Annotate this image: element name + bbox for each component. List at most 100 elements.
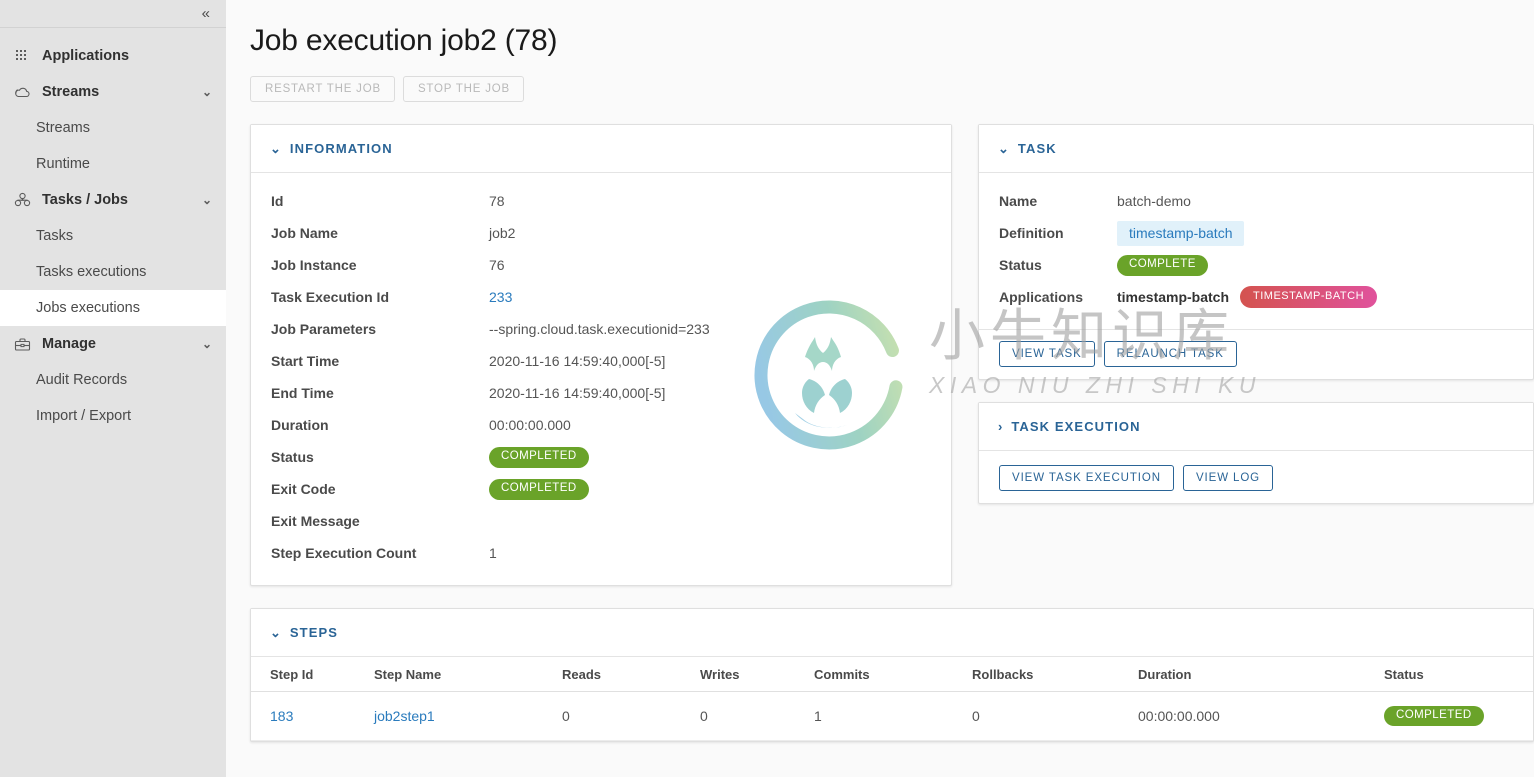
- sidebar-group-applications[interactable]: Applications: [0, 38, 226, 74]
- page-title: Job execution job2 (78): [250, 24, 558, 57]
- task-card-header[interactable]: ⌄ TASK: [979, 125, 1533, 173]
- info-row-duration: Duration 00:00:00.000: [271, 409, 931, 441]
- task-name-value: batch-demo: [1117, 193, 1191, 209]
- sidebar-item-label: Import / Export: [36, 408, 132, 424]
- cell-rollbacks: 0: [972, 691, 1138, 742]
- task-execution-card-header[interactable]: › TASK EXECUTION: [979, 403, 1533, 451]
- detail-columns: ⌄ INFORMATION Id 78 Job Name job2 Job In…: [250, 124, 1534, 586]
- stop-job-button[interactable]: Stop the job: [402, 76, 524, 102]
- view-task-button[interactable]: View task: [999, 341, 1095, 367]
- right-column: ⌄ TASK Name batch-demo Definition timest…: [978, 124, 1534, 504]
- sidebar-item-audit-records[interactable]: Audit Records: [0, 362, 226, 398]
- column-header-writes[interactable]: Writes: [700, 657, 814, 692]
- sidebar-item-jobs-executions[interactable]: Jobs executions: [0, 290, 226, 326]
- chevron-down-icon: ⌄: [201, 193, 212, 207]
- info-value: 1: [489, 545, 497, 561]
- task-card: ⌄ TASK Name batch-demo Definition timest…: [978, 124, 1534, 380]
- information-card-header[interactable]: ⌄ INFORMATION: [251, 125, 951, 173]
- information-card-title: INFORMATION: [289, 141, 393, 156]
- sidebar-group-streams[interactable]: Streams ⌄: [0, 74, 226, 110]
- info-row-exit-code: Exit Code COMPLETED: [271, 473, 931, 505]
- sidebar-item-tasks-executions[interactable]: Tasks executions: [0, 254, 226, 290]
- task-row-name: Name batch-demo: [999, 185, 1513, 217]
- sidebar-item-tasks[interactable]: Tasks: [0, 218, 226, 254]
- restart-job-button[interactable]: Restart the job: [250, 76, 395, 102]
- task-card-title: TASK: [1017, 141, 1057, 156]
- info-value: 78: [489, 193, 505, 209]
- sidebar-group-label: Streams: [42, 84, 100, 100]
- column-header-commits[interactable]: Commits: [814, 657, 972, 692]
- column-header-reads[interactable]: Reads: [562, 657, 700, 692]
- collapse-sidebar-icon[interactable]: «: [199, 4, 212, 23]
- sidebar-item-streams[interactable]: Streams: [0, 110, 226, 146]
- sidebar-item-runtime[interactable]: Runtime: [0, 146, 226, 182]
- steps-table-wrap: Step Id Step Name Reads Writes Commits R…: [251, 657, 1533, 742]
- step-status-badge: COMPLETED: [1384, 706, 1484, 727]
- task-execution-id-link[interactable]: 233: [489, 289, 512, 305]
- column-header-duration[interactable]: Duration: [1138, 657, 1384, 692]
- task-key: Definition: [999, 225, 1064, 241]
- info-row-job-instance: Job Instance 76: [271, 249, 931, 281]
- column-header-status[interactable]: Status: [1384, 657, 1533, 692]
- cell-step-name: job2step1: [374, 691, 562, 742]
- sidebar-header: «: [0, 0, 226, 28]
- steps-card-title: STEPS: [289, 625, 339, 640]
- sidebar-group-tasks-jobs[interactable]: Tasks / Jobs ⌄: [0, 182, 226, 218]
- chevron-down-icon: ⌄: [270, 141, 281, 156]
- info-key: Duration: [271, 417, 329, 433]
- info-row-job-name: Job Name job2: [271, 217, 931, 249]
- app-root: « Applications Streams ⌄ Streams Runtime…: [0, 0, 1534, 777]
- info-value: job2: [489, 225, 516, 241]
- view-task-execution-button[interactable]: View task execution: [999, 465, 1174, 491]
- information-card-body: Id 78 Job Name job2 Job Instance 76 Task…: [251, 173, 951, 585]
- sidebar-group-label: Applications: [42, 48, 130, 64]
- information-card: ⌄ INFORMATION Id 78 Job Name job2 Job In…: [250, 124, 952, 586]
- sidebar-item-label: Tasks executions: [36, 264, 147, 280]
- task-execution-card-footer: View task execution View log: [979, 451, 1533, 503]
- task-key: Applications: [999, 289, 1084, 305]
- info-row-exit-message: Exit Message: [271, 505, 931, 537]
- task-execution-card: › TASK EXECUTION View task execution Vie…: [978, 402, 1534, 504]
- sidebar-item-label: Streams: [36, 120, 90, 136]
- step-name-link[interactable]: job2step1: [374, 708, 435, 724]
- task-definition-chip: timestamp-batch: [1117, 220, 1245, 246]
- task-key: Status: [999, 257, 1042, 273]
- cell-writes: 0: [700, 691, 814, 742]
- info-key: Exit Code: [271, 481, 336, 497]
- sidebar-group-manage[interactable]: Manage ⌄: [0, 326, 226, 362]
- sidebar-item-label: Audit Records: [36, 372, 128, 388]
- info-key: Exit Message: [271, 513, 360, 529]
- task-row-status: Status COMPLETE: [999, 249, 1513, 281]
- info-key: End Time: [271, 385, 334, 401]
- table-row[interactable]: 183 job2step1 0 0 1 0 00:00:00.000 COMPL…: [251, 691, 1533, 742]
- task-status-badge: COMPLETE: [1117, 255, 1208, 276]
- sidebar-item-import-export[interactable]: Import / Export: [0, 398, 226, 434]
- steps-card: ⌄ STEPS Step Id Step Name Reads Writes C…: [250, 608, 1534, 743]
- column-header-step-name[interactable]: Step Name: [374, 657, 562, 692]
- briefcase-icon: [12, 334, 32, 354]
- view-log-button[interactable]: View log: [1182, 465, 1274, 491]
- column-header-step-id[interactable]: Step Id: [251, 657, 374, 692]
- step-id-link[interactable]: 183: [270, 708, 293, 724]
- cell-duration: 00:00:00.000: [1138, 691, 1384, 742]
- main-content: Job execution job2 (78) Restart the job …: [226, 0, 1534, 777]
- left-column: ⌄ INFORMATION Id 78 Job Name job2 Job In…: [250, 124, 952, 586]
- exit-code-badge: COMPLETED: [489, 479, 589, 500]
- info-row-task-execution-id: Task Execution Id 233: [271, 281, 931, 313]
- info-value: 76: [489, 257, 505, 273]
- sidebar-item-label: Runtime: [36, 156, 90, 172]
- info-key: Job Instance: [271, 257, 357, 273]
- steps-card-header[interactable]: ⌄ STEPS: [251, 609, 1533, 657]
- info-key: Step Execution Count: [271, 545, 417, 561]
- info-value: --spring.cloud.task.executionid=233: [489, 321, 710, 337]
- chevron-down-icon: ⌄: [998, 141, 1009, 156]
- relaunch-task-button[interactable]: Relaunch task: [1103, 341, 1237, 367]
- steps-header-row: Step Id Step Name Reads Writes Commits R…: [251, 657, 1533, 692]
- steps-table: Step Id Step Name Reads Writes Commits R…: [251, 657, 1533, 742]
- info-value: 2020-11-16 14:59:40,000[-5]: [489, 385, 666, 401]
- info-value: 00:00:00.000: [489, 417, 571, 433]
- status-badge: COMPLETED: [489, 447, 589, 468]
- column-header-rollbacks[interactable]: Rollbacks: [972, 657, 1138, 692]
- cell-reads: 0: [562, 691, 700, 742]
- task-application-badge: TIMESTAMP-BATCH: [1240, 286, 1378, 308]
